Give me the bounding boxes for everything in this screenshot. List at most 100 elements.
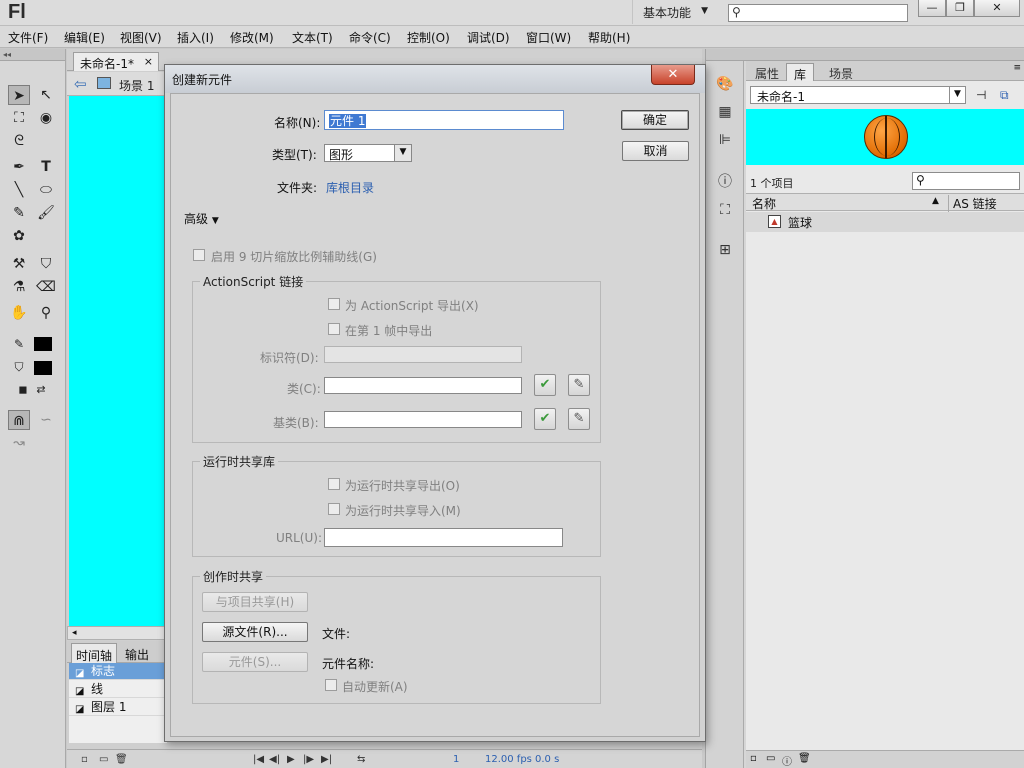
slice9-checkbox[interactable] bbox=[193, 249, 205, 261]
collapse-strip[interactable]: ◂◂ bbox=[0, 49, 65, 61]
column-as-linkage[interactable]: AS 链接 bbox=[948, 195, 997, 212]
runtime-export-checkbox[interactable] bbox=[328, 478, 340, 490]
lasso-tool-icon[interactable]: ᘓ bbox=[8, 131, 30, 151]
fill-color-icon[interactable]: ⛉ bbox=[8, 357, 30, 377]
help-search-input[interactable]: ⚲ bbox=[728, 4, 908, 22]
url-input[interactable] bbox=[324, 528, 563, 547]
deco-tool-icon[interactable]: ✿ bbox=[8, 226, 30, 246]
auto-update-checkbox[interactable] bbox=[325, 679, 337, 691]
delete-icon[interactable]: 🗑 bbox=[798, 753, 811, 764]
new-layer-icon[interactable]: ▫ bbox=[81, 754, 88, 765]
bone-tool-icon[interactable]: ⚒ bbox=[8, 254, 30, 274]
line-tool-icon[interactable]: ╲ bbox=[8, 180, 30, 200]
menu-window[interactable]: 窗口(W) bbox=[526, 29, 571, 46]
fill-color-swatch[interactable] bbox=[34, 361, 52, 375]
sort-up-icon[interactable]: ▲ bbox=[932, 196, 939, 206]
menu-text[interactable]: 文本(T) bbox=[292, 29, 333, 46]
layer-row[interactable]: ◪ 标志 bbox=[69, 663, 167, 680]
paint-bucket-tool-icon[interactable]: ⛉ bbox=[35, 254, 57, 274]
maximize-button[interactable]: ❐ bbox=[946, 0, 974, 17]
components-panel-icon[interactable]: ⊞ bbox=[716, 241, 734, 259]
stroke-color-icon[interactable]: ✎ bbox=[8, 334, 30, 354]
swap-colors-icon[interactable]: ⇄ bbox=[30, 380, 52, 400]
selection-tool-icon[interactable]: ➤ bbox=[8, 85, 30, 105]
symbol-name-input[interactable]: 元件 1 bbox=[324, 110, 564, 130]
layer-row[interactable]: ◪ 线 bbox=[69, 681, 167, 698]
last-frame-icon[interactable]: ▶| bbox=[321, 754, 332, 765]
menu-commands[interactable]: 命令(C) bbox=[349, 29, 391, 46]
text-tool-icon[interactable]: T bbox=[35, 157, 57, 177]
3d-rotation-tool-icon[interactable]: ◉ bbox=[35, 108, 57, 128]
eyedropper-tool-icon[interactable]: ⚗ bbox=[8, 277, 30, 297]
advanced-toggle[interactable]: 高级 ▼ bbox=[184, 210, 219, 227]
menu-insert[interactable]: 插入(I) bbox=[177, 29, 214, 46]
export-as-checkbox[interactable] bbox=[328, 298, 340, 310]
free-transform-tool-icon[interactable]: ⛶ bbox=[8, 108, 30, 128]
export-frame1-checkbox[interactable] bbox=[328, 323, 340, 335]
column-name[interactable]: 名称 bbox=[752, 195, 776, 212]
eraser-tool-icon[interactable]: ⌫ bbox=[35, 277, 57, 297]
new-folder-icon[interactable]: ▭ bbox=[766, 753, 775, 764]
panel-menu-icon[interactable]: ≡ bbox=[1013, 63, 1021, 73]
document-tab[interactable]: 未命名-1* × bbox=[73, 52, 159, 71]
menu-view[interactable]: 视图(V) bbox=[120, 29, 162, 46]
symbol-button[interactable]: 元件(S)... bbox=[202, 652, 308, 672]
share-with-project-button[interactable]: 与项目共享(H) bbox=[202, 592, 308, 612]
base-class-input[interactable] bbox=[324, 411, 522, 428]
brush-tool-icon[interactable]: 🖌 bbox=[35, 203, 57, 223]
dialog-close-button[interactable]: ✕ bbox=[651, 65, 695, 85]
first-frame-icon[interactable]: |◀ bbox=[253, 754, 264, 765]
tab-scene[interactable]: 场景 bbox=[822, 63, 860, 81]
align-panel-icon[interactable]: ⊫ bbox=[716, 131, 734, 149]
zoom-tool-icon[interactable]: ⚲ bbox=[35, 303, 57, 323]
new-folder-icon[interactable]: ▭ bbox=[99, 754, 108, 765]
new-symbol-icon[interactable]: ▫ bbox=[750, 753, 757, 764]
menu-modify[interactable]: 修改(M) bbox=[230, 29, 274, 46]
back-arrow-icon[interactable]: ⇦ bbox=[74, 75, 87, 93]
runtime-import-checkbox[interactable] bbox=[328, 503, 340, 515]
current-frame[interactable]: 1 bbox=[453, 754, 459, 765]
next-frame-icon[interactable]: |▶ bbox=[303, 754, 314, 765]
edit-class-icon[interactable]: ✎ bbox=[568, 374, 590, 396]
folder-link[interactable]: 库根目录 bbox=[326, 179, 374, 196]
tab-library[interactable]: 库 bbox=[786, 63, 815, 82]
color-panel-icon[interactable]: 🎨 bbox=[716, 75, 734, 93]
pin-library-icon[interactable]: ⊣ bbox=[976, 88, 986, 102]
cancel-button[interactable]: 取消 bbox=[622, 141, 689, 161]
edit-base-class-icon[interactable]: ✎ bbox=[568, 408, 590, 430]
minimize-button[interactable]: — bbox=[918, 0, 946, 17]
symbol-type-select[interactable]: 图形 ▼ bbox=[324, 144, 412, 162]
pencil-tool-icon[interactable]: ✎ bbox=[8, 203, 30, 223]
menu-file[interactable]: 文件(F) bbox=[8, 29, 48, 46]
play-icon[interactable]: ▶ bbox=[287, 754, 295, 765]
class-input[interactable] bbox=[324, 377, 522, 394]
prev-frame-icon[interactable]: ◀| bbox=[269, 754, 280, 765]
subselection-tool-icon[interactable]: ↖ bbox=[35, 85, 57, 105]
menu-debug[interactable]: 调试(D) bbox=[467, 29, 510, 46]
validate-base-class-icon[interactable]: ✔ bbox=[534, 408, 556, 430]
oval-tool-icon[interactable]: ⬭ bbox=[35, 180, 57, 200]
properties-icon[interactable]: ⓘ bbox=[782, 753, 792, 768]
info-panel-icon[interactable]: ⓘ bbox=[716, 173, 734, 191]
straighten-icon[interactable]: ↝ bbox=[8, 433, 30, 453]
pen-tool-icon[interactable]: ✒ bbox=[8, 157, 30, 177]
layer-row[interactable]: ◪ 图层 1 bbox=[69, 699, 167, 716]
swatches-panel-icon[interactable]: ▦ bbox=[716, 103, 734, 121]
library-document-select[interactable]: 未命名-1 ▼ bbox=[750, 86, 966, 104]
close-tab-icon[interactable]: × bbox=[144, 55, 153, 68]
menu-control[interactable]: 控制(O) bbox=[407, 29, 450, 46]
stage[interactable] bbox=[69, 96, 165, 626]
panel-collapse-strip[interactable] bbox=[706, 49, 1024, 61]
tab-properties[interactable]: 属性 bbox=[748, 63, 786, 81]
menu-help[interactable]: 帮助(H) bbox=[588, 29, 630, 46]
validate-class-icon[interactable]: ✔ bbox=[534, 374, 556, 396]
identifier-input[interactable] bbox=[324, 346, 522, 363]
ok-button[interactable]: 确定 bbox=[621, 110, 689, 130]
scene-label[interactable]: 场景 1 bbox=[119, 77, 154, 94]
snap-magnet-icon[interactable]: ⋒ bbox=[8, 410, 30, 430]
frame-rate[interactable]: 12.00 fps bbox=[485, 754, 532, 765]
new-library-panel-icon[interactable]: ⧉ bbox=[1000, 88, 1009, 103]
library-item[interactable]: ▲ 篮球 bbox=[746, 212, 1024, 232]
stroke-color-swatch[interactable] bbox=[34, 337, 52, 351]
delete-layer-icon[interactable]: 🗑 bbox=[115, 754, 128, 765]
